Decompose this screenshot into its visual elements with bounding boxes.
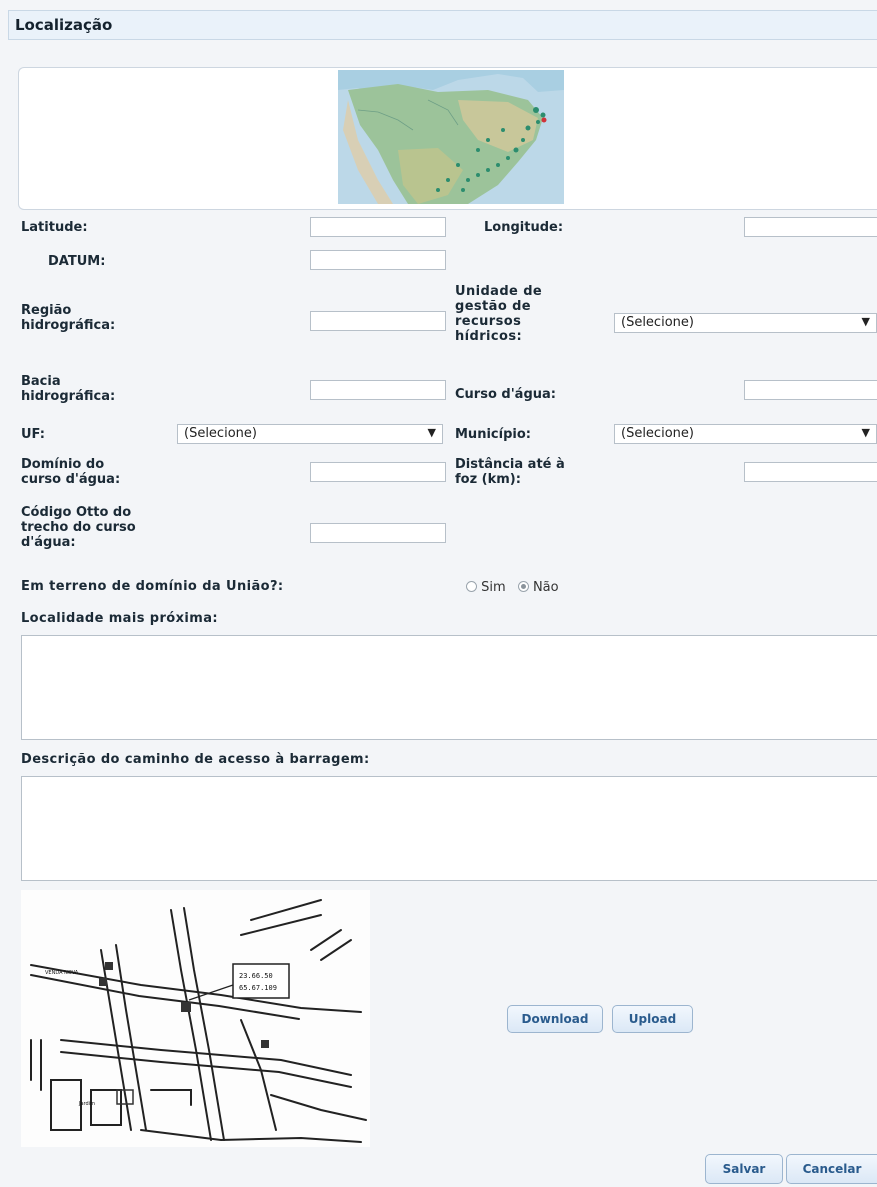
curso-input[interactable] bbox=[744, 380, 877, 400]
radio-sim[interactable] bbox=[466, 581, 477, 592]
datum-input[interactable] bbox=[310, 250, 446, 270]
sketch-label-venda-nova: VENDA NOVA bbox=[45, 970, 79, 976]
bacia-label: Bacia hidrográfica: bbox=[21, 374, 116, 404]
sketch-coord-2: 65.67.109 bbox=[239, 984, 277, 992]
localidade-label: Localidade mais próxima: bbox=[21, 611, 218, 626]
location-map-image bbox=[338, 70, 564, 204]
terreno-uniao-radio-group: Sim Não bbox=[466, 580, 559, 595]
descricao-textarea[interactable] bbox=[21, 776, 877, 881]
uf-selected: (Selecione) bbox=[184, 426, 257, 441]
chevron-down-icon: ▼ bbox=[861, 426, 870, 439]
dominio-label: Domínio do curso d'água: bbox=[21, 457, 121, 487]
codigo-otto-input[interactable] bbox=[310, 523, 446, 543]
regiao-label: Região hidrográfica: bbox=[21, 303, 116, 333]
unidade-label: Unidade de gestão de recursos hídricos: bbox=[455, 284, 543, 344]
latitude-input[interactable] bbox=[310, 217, 446, 237]
descricao-label: Descrição do caminho de acesso à barrage… bbox=[21, 752, 370, 767]
save-button[interactable]: Salvar bbox=[705, 1154, 783, 1184]
download-button[interactable]: Download bbox=[507, 1005, 603, 1033]
longitude-input[interactable] bbox=[744, 217, 877, 237]
dominio-input[interactable] bbox=[310, 462, 446, 482]
section-header: Localização bbox=[8, 10, 877, 40]
chevron-down-icon: ▼ bbox=[861, 315, 870, 328]
radio-nao[interactable] bbox=[517, 581, 529, 592]
section-title: Localização bbox=[15, 16, 113, 34]
unidade-selected: (Selecione) bbox=[621, 315, 694, 330]
upload-button[interactable]: Upload bbox=[612, 1005, 693, 1033]
regiao-input[interactable] bbox=[310, 311, 446, 331]
chevron-down-icon: ▼ bbox=[427, 426, 436, 439]
municipio-selected: (Selecione) bbox=[621, 426, 694, 441]
curso-label: Curso d'água: bbox=[455, 387, 556, 402]
codigo-otto-label: Código Otto do trecho do curso d'água: bbox=[21, 505, 136, 550]
uf-select[interactable]: (Selecione) ▼ bbox=[177, 424, 443, 444]
longitude-label: Longitude: bbox=[484, 220, 564, 235]
sketch-label-jardim: Jardim bbox=[78, 1101, 95, 1107]
bacia-input[interactable] bbox=[310, 380, 446, 400]
cancel-button[interactable]: Cancelar bbox=[786, 1154, 877, 1184]
sketch-coord-1: 23.66.50 bbox=[239, 972, 273, 980]
distancia-input[interactable] bbox=[744, 462, 877, 482]
terreno-uniao-label: Em terreno de domínio da União?: bbox=[21, 579, 284, 594]
unidade-select[interactable]: (Selecione) ▼ bbox=[614, 313, 877, 333]
datum-label: DATUM: bbox=[48, 254, 106, 269]
uf-label: UF: bbox=[21, 427, 45, 442]
access-sketch-image: 23.66.50 65.67.109 VENDA NOVA Jardim bbox=[21, 890, 370, 1147]
distancia-label: Distância até à foz (km): bbox=[455, 457, 565, 487]
latitude-label: Latitude: bbox=[21, 220, 88, 235]
radio-nao-label: Não bbox=[532, 580, 559, 595]
municipio-label: Município: bbox=[455, 427, 531, 442]
municipio-select[interactable]: (Selecione) ▼ bbox=[614, 424, 877, 444]
localidade-textarea[interactable] bbox=[21, 635, 877, 740]
radio-sim-label: Sim bbox=[481, 580, 506, 595]
